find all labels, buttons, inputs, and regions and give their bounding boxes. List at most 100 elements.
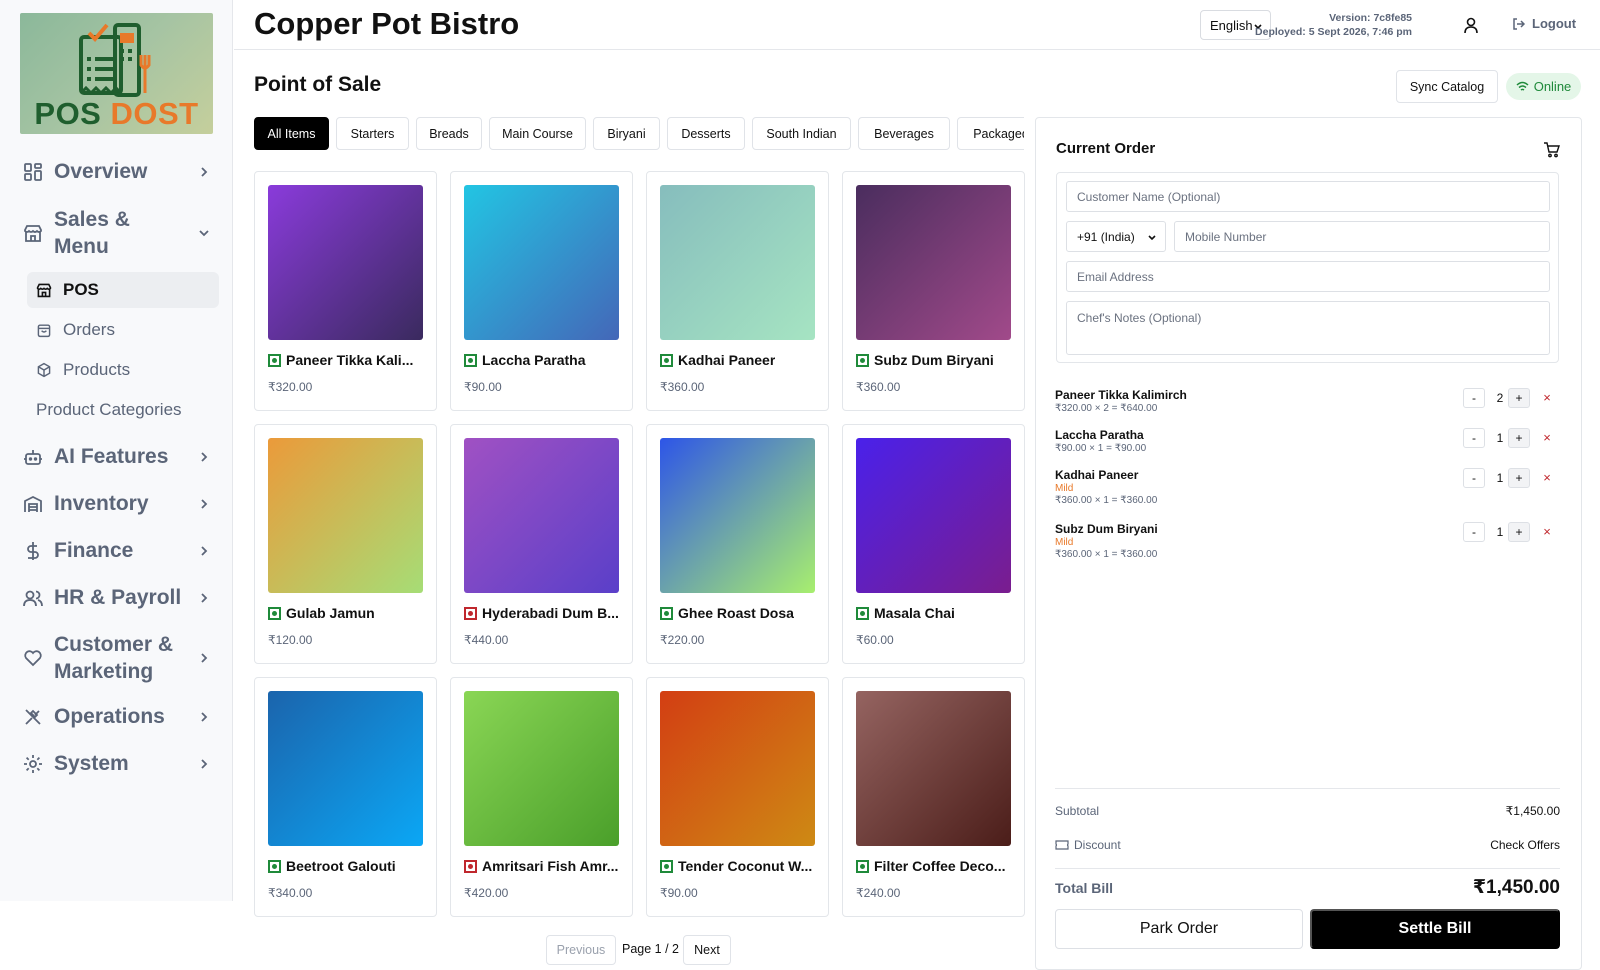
app-logo[interactable]: POS DOST [20,13,213,134]
remove-item-button[interactable]: × [1540,430,1554,445]
product-name: Beetroot Galouti [286,858,396,874]
product-price: ₹90.00 [660,886,698,900]
product-price: ₹440.00 [464,633,509,647]
chevron-right-icon [196,164,212,180]
discount-row: Discount [1055,838,1121,852]
increase-qty-button[interactable]: + [1508,522,1530,542]
deployed-line: Deployed: 5 Sept 2026, 7:46 pm [1255,26,1412,38]
logout-label: Logout [1532,16,1577,31]
product-image [464,438,619,593]
page-title: Point of Sale [254,73,382,96]
next-page-button[interactable]: Next [683,935,731,965]
product-card[interactable]: Tender Coconut W... ₹90.00 [646,677,829,917]
product-card[interactable]: Kadhai Paneer ₹360.00 [646,171,829,411]
sidebar-item-system[interactable]: System [22,750,212,777]
sidebar-subitem-product-categories[interactable]: Product Categories [27,392,219,428]
sidebar-item-overview[interactable]: Overview [22,158,212,185]
logout-icon [1513,17,1526,30]
park-order-button[interactable]: Park Order [1055,909,1303,949]
product-card[interactable]: Gulab Jamun ₹120.00 [254,424,437,664]
sidebar-item-label: HR & Payroll [54,586,182,609]
sidebar-item-customer-marketing[interactable]: Customer & Marketing [22,630,212,686]
sidebar-item-operations[interactable]: Operations [22,703,212,730]
tab-all-items[interactable]: All Items [254,117,329,150]
product-card[interactable]: Amritsari Fish Amr... ₹420.00 [450,677,633,917]
product-card[interactable]: Masala Chai ₹60.00 [842,424,1025,664]
product-card[interactable]: Paneer Tikka Kali... ₹320.00 [254,171,437,411]
country-code-select[interactable]: +91 (India) [1066,221,1166,252]
quantity-value: 1 [1496,525,1504,539]
tab-main-course[interactable]: Main Course [489,117,586,150]
remove-item-button[interactable]: × [1540,524,1554,539]
tab-beverages[interactable]: Beverages [858,117,950,150]
product-name: Laccha Paratha [482,352,586,368]
product-image [268,438,423,593]
tab-biryani[interactable]: Biryani [593,117,660,150]
email-input[interactable]: Email Address [1066,261,1550,292]
product-card[interactable]: Beetroot Galouti ₹340.00 [254,677,437,917]
product-image [660,185,815,340]
chevron-right-icon [196,590,212,606]
chef-notes-textarea[interactable]: Chef's Notes (Optional) [1066,301,1550,355]
check-offers-link[interactable]: Check Offers [1490,838,1560,852]
product-price: ₹360.00 [856,380,901,394]
sidebar-item-sales-menu[interactable]: Sales & Menu [22,205,212,261]
increase-qty-button[interactable]: + [1508,388,1530,408]
tab-breads[interactable]: Breads [416,117,482,150]
decrease-qty-button[interactable]: - [1463,388,1485,408]
logout-button[interactable]: Logout [1512,16,1576,31]
increase-qty-button[interactable]: + [1508,468,1530,488]
chevron-right-icon [196,756,212,772]
product-card[interactable]: Hyderabadi Dum B... ₹440.00 [450,424,633,664]
decrease-qty-button[interactable]: - [1463,522,1485,542]
tab-packaged[interactable]: Packaged [957,117,1024,150]
sync-catalog-button[interactable]: Sync Catalog [1396,70,1498,103]
product-name: Masala Chai [874,605,955,621]
tab-desserts[interactable]: Desserts [667,117,745,150]
sidebar-subitem-pos[interactable]: POS [27,272,219,308]
sidebar-item-finance[interactable]: Finance [22,537,212,564]
sidebar-item-hr-payroll[interactable]: HR & Payroll [22,584,212,611]
user-icon[interactable] [1462,16,1480,34]
settle-bill-button[interactable]: Settle Bill [1310,909,1560,949]
product-name-row: Paneer Tikka Kali... [268,352,428,368]
warehouse-icon [22,493,44,515]
heart-icon [22,647,44,669]
customer-name-input[interactable]: Customer Name (Optional) [1066,181,1550,212]
product-price: ₹420.00 [464,886,509,900]
product-name: Paneer Tikka Kali... [286,352,414,368]
product-card[interactable]: Laccha Paratha ₹90.00 [450,171,633,411]
language-value: English [1210,17,1253,33]
remove-item-button[interactable]: × [1540,470,1554,485]
store-icon [36,281,54,299]
product-image [268,185,423,340]
decrease-qty-button[interactable]: - [1463,428,1485,448]
decrease-qty-button[interactable]: - [1463,468,1485,488]
increase-qty-button[interactable]: + [1508,428,1530,448]
veg-icon [464,353,477,367]
remove-item-button[interactable]: × [1540,390,1554,405]
utensils-icon [22,706,44,728]
previous-page-button[interactable]: Previous [546,935,616,965]
sidebar-item-label: Overview [54,160,148,183]
product-card[interactable]: Ghee Roast Dosa ₹220.00 [646,424,829,664]
product-image [464,185,619,340]
sidebar-subitem-orders[interactable]: Orders [27,312,219,348]
tab-starters[interactable]: Starters [336,117,409,150]
sidebar-item-ai-features[interactable]: AI Features [22,443,212,470]
discount-label: Discount [1074,838,1121,852]
product-name-row: Laccha Paratha [464,352,624,368]
chevron-down-icon [196,225,212,241]
bag-icon [36,321,54,339]
product-card[interactable]: Subz Dum Biryani ₹360.00 [842,171,1025,411]
online-status-badge: Online [1506,73,1581,100]
product-card[interactable]: Filter Coffee Deco... ₹240.00 [842,677,1025,917]
product-name-row: Filter Coffee Deco... [856,858,1016,874]
sidebar-subitem-products[interactable]: Products [27,352,219,388]
mobile-number-input[interactable]: Mobile Number [1174,221,1550,252]
order-line-calc: ₹320.00 × 2 = ₹640.00 [1055,403,1158,414]
product-name-row: Ghee Roast Dosa [660,605,820,621]
tab-south-indian[interactable]: South Indian [752,117,851,150]
product-image [464,691,619,846]
sidebar-item-inventory[interactable]: Inventory [22,490,212,517]
